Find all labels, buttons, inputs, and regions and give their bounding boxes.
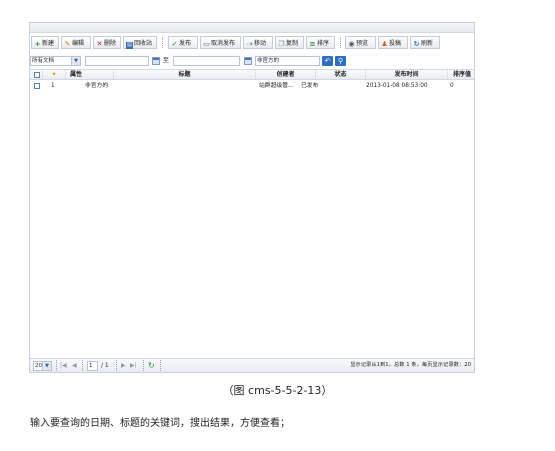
- delete-x-icon: ✕: [96, 40, 103, 48]
- row-checkbox[interactable]: [34, 83, 40, 89]
- page-number-input[interactable]: 1: [87, 361, 98, 371]
- search-icon: ⚲: [337, 57, 344, 65]
- table-row[interactable]: 1 非官方的 站群超级管… 已发布 2013-01-08 08:53:00 0: [30, 81, 474, 91]
- date-range-label: 至: [163, 57, 170, 64]
- chevron-down-icon: ▼: [71, 57, 80, 65]
- column-title[interactable]: 标题: [114, 70, 256, 79]
- toolbar: + 新建 ✎ 编辑 ✕ 删除 ▤ 回收站 ✓ 发布 ▭取消发布 ⇢ 移动 ❐复制 ≡ 排序 ◉…: [31, 36, 474, 50]
- date-from-input[interactable]: [85, 56, 149, 66]
- column-creator[interactable]: 创建者: [256, 70, 316, 79]
- row-status: 已发布: [301, 83, 319, 89]
- back-button[interactable]: ↶: [322, 56, 333, 66]
- row-order: 0: [450, 83, 454, 89]
- filter-bar: 所有文档 ▼ 至 非官方的 ↶ ⚲: [30, 56, 474, 67]
- publish-button[interactable]: ✓ 发布: [168, 36, 198, 49]
- refresh-icon: ↻: [413, 40, 420, 48]
- figure-caption: （图 cms-5-5-2-13）: [222, 384, 333, 397]
- description-text: 输入要查询的日期、标题的关键词，搜出结果，方便查看；: [30, 418, 290, 429]
- column-order[interactable]: 排序值: [448, 70, 476, 79]
- sort-icon: ≡: [309, 40, 316, 48]
- copy-button[interactable]: ❐复制: [275, 36, 304, 49]
- row-publish-time: 2013-01-08 08:53:00: [366, 83, 428, 89]
- edit-button[interactable]: ✎ 编辑: [61, 36, 91, 49]
- pencil-icon: ✎: [64, 40, 71, 48]
- row-creator: 站群超级管…: [259, 83, 294, 89]
- user-icon: ♟: [381, 40, 388, 48]
- recycle-bin-button[interactable]: ▤ 回收站: [123, 36, 157, 49]
- next-page-icon[interactable]: ▶: [121, 359, 126, 372]
- column-attribute[interactable]: 属性: [66, 70, 114, 79]
- column-status[interactable]: 状态: [316, 70, 366, 79]
- move-button[interactable]: ⇢ 移动: [243, 36, 273, 49]
- pager-separator: [160, 360, 162, 371]
- pagination-bar: 20 ▼ |◀ ◀ 1 / 1 ▶ ▶| ↻ 显示记录从1到1，总数 1 条，每…: [30, 358, 474, 372]
- pager-separator: [116, 360, 118, 371]
- record-summary: 显示记录从1到1，总数 1 条，每页显示记录数：20: [350, 362, 471, 368]
- check-icon: ✓: [171, 40, 178, 48]
- doc-type-select[interactable]: 所有文档 ▼: [30, 56, 81, 66]
- pager-separator: [143, 360, 145, 371]
- unpublish-icon: ▭: [203, 40, 210, 48]
- content-list-panel: + 新建 ✎ 编辑 ✕ 删除 ▤ 回收站 ✓ 发布 ▭取消发布 ⇢ 移动 ❐复制 ≡ 排序 ◉…: [29, 22, 475, 373]
- row-index: 1: [51, 83, 55, 89]
- plus-icon: +: [34, 40, 41, 48]
- toolbar-separator: [162, 37, 164, 48]
- date-to-input[interactable]: [173, 56, 240, 66]
- recycle-bin-icon: ▤: [126, 42, 133, 49]
- back-arrow-icon: ↶: [324, 57, 331, 65]
- sort-button[interactable]: ≡ 排序: [306, 36, 335, 49]
- keyword-input[interactable]: 非官方的: [255, 56, 320, 66]
- star-icon: ✦: [43, 70, 66, 79]
- unpublish-button[interactable]: ▭取消发布: [200, 36, 241, 49]
- refresh-button[interactable]: ↻ 刷新: [410, 36, 440, 49]
- total-pages: / 1: [101, 362, 109, 369]
- column-publish-time[interactable]: 发布时间: [366, 70, 448, 79]
- move-icon: ⇢: [246, 40, 253, 48]
- toolbar-separator: [340, 37, 342, 48]
- calendar-icon[interactable]: [152, 57, 160, 65]
- prev-page-icon[interactable]: ◀: [72, 359, 77, 372]
- draft-button[interactable]: ♟投稿: [378, 36, 408, 49]
- calendar-icon[interactable]: [244, 57, 252, 65]
- first-page-icon[interactable]: |◀: [60, 359, 67, 372]
- copy-icon: ❐: [278, 40, 285, 48]
- chevron-down-icon: ▼: [42, 362, 51, 370]
- last-page-icon[interactable]: ▶|: [130, 359, 137, 372]
- pager-separator: [82, 360, 84, 371]
- row-title[interactable]: 非官方的: [85, 81, 108, 91]
- pager-separator: [56, 360, 58, 371]
- preview-button[interactable]: ◉预览: [345, 36, 376, 49]
- eye-icon: ◉: [348, 40, 355, 48]
- page-size-select[interactable]: 20 ▼: [33, 361, 52, 371]
- delete-button[interactable]: ✕ 删除: [93, 36, 121, 49]
- select-all-checkbox[interactable]: [34, 72, 40, 78]
- refresh-icon[interactable]: ↻: [148, 359, 155, 372]
- search-button[interactable]: ⚲: [335, 56, 346, 66]
- panel-titlebar: [30, 23, 474, 33]
- new-button[interactable]: + 新建: [31, 36, 59, 49]
- table-header: ✦ 属性 标题 创建者 状态 发布时间 排序值: [30, 69, 474, 80]
